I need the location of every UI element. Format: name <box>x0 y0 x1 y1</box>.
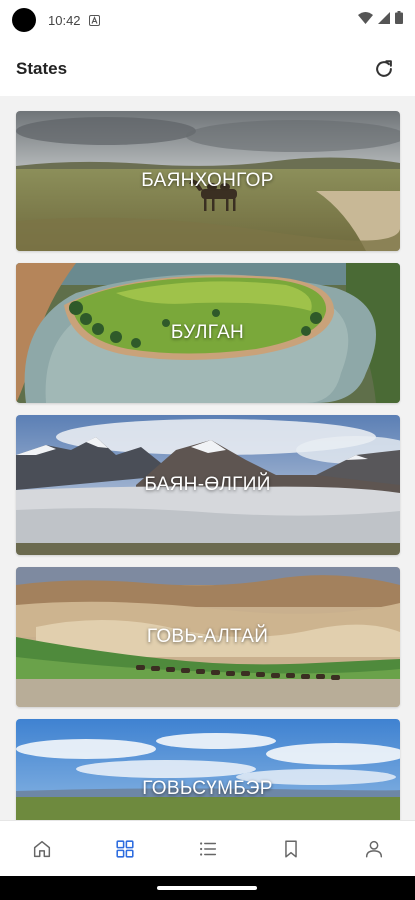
bottom-nav <box>0 820 415 876</box>
wifi-icon <box>358 11 373 29</box>
state-name: ГОВЬ-АЛТАЙ <box>146 626 269 647</box>
state-name: ГОВЬСҮМБЭР <box>142 778 273 799</box>
grid-icon <box>115 839 134 858</box>
status-icons <box>358 11 403 29</box>
state-name: БАЯН-ӨЛГИЙ <box>144 474 271 495</box>
state-name: БАЯНХОНГОР <box>141 170 274 191</box>
system-gesture-bar <box>0 876 415 900</box>
home-icon <box>33 840 50 857</box>
state-card-bayan-olgii[interactable]: БАЯН-ӨЛГИЙ <box>15 415 400 555</box>
status-bar: 10:42 <box>0 0 415 40</box>
state-card-bayankhongor[interactable]: БАЯНХОНГОР <box>15 111 400 251</box>
state-card-bulgan[interactable]: БУЛГАН <box>15 263 400 403</box>
battery-icon <box>395 11 403 29</box>
states-list[interactable]: БАЯНХОНГОР БУЛГАН БАЯН-ӨЛГИЙ ГОВЬ-АЛТАЙ … <box>0 96 415 820</box>
state-name: БУЛГАН <box>170 322 245 343</box>
state-card-govisumber[interactable]: ГОВЬСҮМБЭР <box>15 719 400 820</box>
status-time: 10:42 <box>48 12 81 28</box>
state-card-govi-altai[interactable]: ГОВЬ-АЛТАЙ <box>15 567 400 707</box>
nav-list[interactable] <box>183 824 233 874</box>
refresh-button[interactable] <box>369 54 399 84</box>
state-image <box>15 719 400 820</box>
app-bar: States <box>0 44 415 94</box>
home-gesture-handle[interactable] <box>157 886 257 890</box>
list-icon <box>199 841 216 856</box>
signal-icon <box>378 11 390 29</box>
notification-a-icon <box>88 14 100 26</box>
screen: 10:42 States БАЯНХОНГОР БУЛГАН БАЯН-ӨЛГИ… <box>0 0 415 900</box>
bookmark-icon <box>284 839 297 858</box>
profile-icon <box>365 840 382 858</box>
nav-profile[interactable] <box>349 824 399 874</box>
nav-grid[interactable] <box>100 824 150 874</box>
nav-home[interactable] <box>17 824 67 874</box>
refresh-icon <box>376 60 392 77</box>
camera-cutout <box>12 8 36 32</box>
nav-bookmark[interactable] <box>266 824 316 874</box>
page-title: States <box>16 59 68 78</box>
